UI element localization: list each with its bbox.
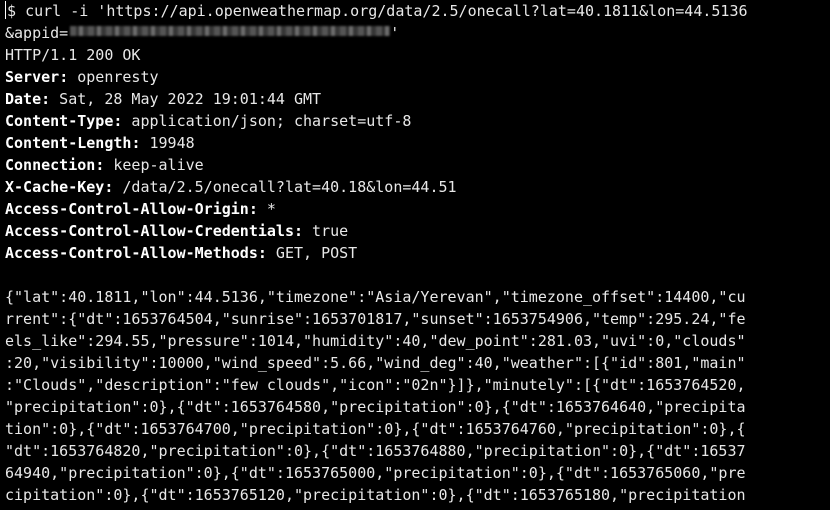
header-value: GET, POST bbox=[266, 244, 358, 262]
response-header-line: Content-Type: application/json; charset=… bbox=[5, 110, 830, 132]
response-header-line: X-Cache-Key: /data/2.5/onecall?lat=40.18… bbox=[5, 176, 830, 198]
header-key: Connection bbox=[5, 156, 96, 174]
json-body-line: :20,"visibility":10000,"wind_speed":5.66… bbox=[5, 354, 746, 372]
response-body: {"lat":40.1811,"lon":44.5136,"timezone":… bbox=[5, 286, 830, 506]
terminal-window[interactable]: $ curl -i 'https://api.openweathermap.or… bbox=[0, 0, 830, 510]
response-header-line: Connection: keep-alive bbox=[5, 154, 830, 176]
json-body-line: "dt":1653764820,"precipitation":0},{"dt"… bbox=[5, 442, 746, 460]
header-colon: : bbox=[59, 68, 69, 86]
text-cursor bbox=[5, 1, 6, 19]
response-headers: Server: openresty Date: Sat, 28 May 2022 … bbox=[5, 66, 830, 264]
json-body-line: rrent":{"dt":1653764504,"sunrise":165370… bbox=[5, 310, 746, 328]
response-header-line: Access-Control-Allow-Credentials: true bbox=[5, 220, 830, 242]
header-value: /data/2.5/onecall?lat=40.18&lon=44.51 bbox=[113, 178, 457, 196]
header-key: Access-Control-Allow-Origin bbox=[5, 200, 249, 218]
json-body-line: :"Clouds","description":"few clouds","ic… bbox=[5, 376, 746, 394]
json-body-line: tion":0},{"dt":1653764700,"precipitation… bbox=[5, 420, 746, 438]
header-value: Sat, 28 May 2022 19:01:44 GMT bbox=[50, 90, 322, 108]
header-value: application/json; charset=utf-8 bbox=[122, 112, 412, 130]
json-body-line: els_like":294.55,"pressure":1014,"humidi… bbox=[5, 332, 746, 350]
header-value: keep-alive bbox=[104, 156, 204, 174]
header-key: Content-Length bbox=[5, 134, 132, 152]
header-colon: : bbox=[95, 156, 105, 174]
header-value: true bbox=[303, 222, 349, 240]
command-line: $ curl -i 'https://api.openweathermap.or… bbox=[5, 0, 830, 22]
header-value: * bbox=[257, 200, 276, 218]
redacted-api-key bbox=[70, 26, 391, 36]
header-key: Date bbox=[5, 90, 42, 108]
json-body-line: 64940,"precipitation":0},{"dt":165376500… bbox=[5, 464, 746, 482]
header-key: Content-Type bbox=[5, 112, 114, 130]
header-colon: : bbox=[248, 200, 258, 218]
response-header-line: Access-Control-Allow-Origin: * bbox=[5, 198, 830, 220]
response-header-line: Content-Length: 19948 bbox=[5, 132, 830, 154]
response-header-line: Server: openresty bbox=[5, 66, 830, 88]
json-body-line: cipitation":0},{"dt":1653765120,"precipi… bbox=[5, 486, 746, 504]
appid-param: &appid= bbox=[5, 24, 69, 42]
shell-prompt: $ bbox=[7, 2, 26, 20]
header-colon: : bbox=[41, 90, 51, 108]
header-colon: : bbox=[293, 222, 304, 240]
json-body-line: {"lat":40.1811,"lon":44.5136,"timezone":… bbox=[5, 288, 746, 306]
response-header-line: Date: Sat, 28 May 2022 19:01:44 GMT bbox=[5, 88, 830, 110]
command-line-continuation: &appid= ' bbox=[5, 22, 830, 44]
header-colon: : bbox=[257, 244, 267, 262]
header-value: openresty bbox=[68, 68, 159, 86]
command-text: curl -i 'https://api.openweathermap.org/… bbox=[25, 2, 748, 20]
http-status-line: HTTP/1.1 200 OK bbox=[5, 46, 141, 64]
header-key: Access-Control-Allow-Credentials bbox=[5, 222, 294, 240]
header-key: Server bbox=[5, 68, 60, 86]
header-key: Access-Control-Allow-Methods bbox=[5, 244, 258, 262]
header-value: 19948 bbox=[140, 134, 195, 152]
quote-close: ' bbox=[390, 24, 400, 42]
json-body-line: "precipitation":0},{"dt":1653764580,"pre… bbox=[5, 398, 746, 416]
header-key: X-Cache-Key bbox=[5, 178, 105, 196]
response-header-line: Access-Control-Allow-Methods: GET, POST bbox=[5, 242, 830, 264]
